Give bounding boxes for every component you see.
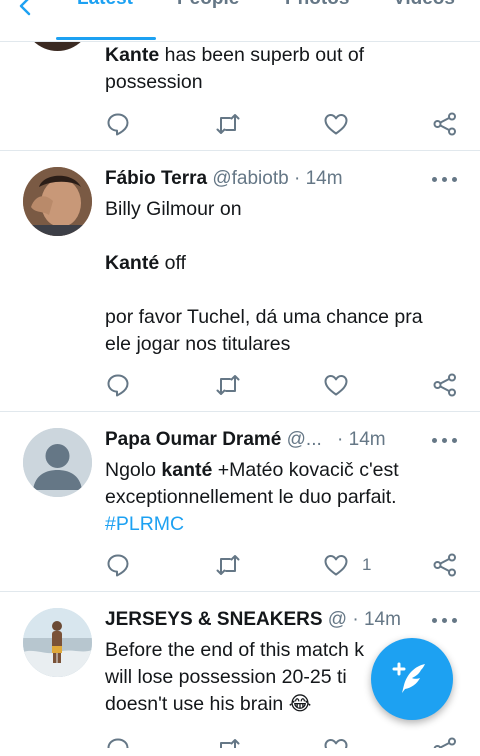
- tweet[interactable]: Fábio Terra @fabiotb · 14m Billy Gilmour…: [0, 151, 480, 412]
- tweet-text-part: possession: [105, 71, 203, 93]
- tweet-text: Billy Gilmour on Kanté off por favor Tuc…: [105, 196, 465, 358]
- tweet-actions: [0, 372, 480, 402]
- tweet-text-keyword: Kanté: [105, 252, 160, 274]
- author-handle[interactable]: @fabiotb: [212, 168, 288, 189]
- tweet-text-part: will lose possession 20-25 ti: [105, 666, 347, 688]
- author-handle[interactable]: @: [328, 609, 347, 630]
- avatar[interactable]: [23, 167, 92, 236]
- tweet-text-part: Billy Gilmour on: [105, 198, 242, 220]
- tweet-header: JERSEYS & SNEAKERS @ · 14m: [105, 609, 401, 631]
- heart-icon[interactable]: [323, 372, 349, 398]
- reply-icon[interactable]: [105, 372, 131, 398]
- reply-icon[interactable]: [105, 736, 131, 748]
- heart-icon[interactable]: [323, 736, 349, 748]
- separator-dot: ·: [352, 609, 359, 630]
- heart-icon[interactable]: [323, 552, 349, 578]
- reply-icon[interactable]: [105, 111, 131, 137]
- tweet-text-part: Before the end of this match k: [105, 639, 365, 661]
- tweet-header: Papa Oumar Dramé @... · 14m: [105, 429, 386, 451]
- tab-people[interactable]: People: [177, 0, 239, 10]
- reply-icon[interactable]: [105, 552, 131, 578]
- author-name[interactable]: Papa Oumar Dramé: [105, 429, 281, 450]
- tweet-text: Kante has been superb out of possession: [105, 42, 465, 96]
- author-name[interactable]: JERSEYS & SNEAKERS: [105, 609, 323, 630]
- tweet-actions: 1: [0, 552, 480, 582]
- hashtag-link[interactable]: #PLRMC: [105, 513, 184, 535]
- avatar[interactable]: [23, 608, 92, 677]
- tweet-text-part: exceptionnellement le duo parfait.: [105, 486, 397, 508]
- tweet-text-part: has been superb out of: [159, 44, 365, 66]
- separator-dot: ·: [337, 429, 344, 450]
- tweet-text-part: ele jogar nos titulares: [105, 333, 291, 355]
- tweet-actions: [0, 111, 480, 141]
- share-icon[interactable]: [432, 372, 458, 398]
- tab-photos[interactable]: Photos: [285, 0, 349, 10]
- tweet-text-part: por favor Tuchel, dá uma chance pra: [105, 306, 423, 328]
- retweet-icon[interactable]: [215, 552, 241, 578]
- retweet-icon[interactable]: [215, 736, 241, 748]
- avatar[interactable]: [23, 428, 92, 497]
- tweet-time: 14m: [363, 609, 401, 630]
- tab-latest[interactable]: Latest: [77, 0, 133, 10]
- tweet-text-part: off: [159, 252, 186, 274]
- tweet-text-keyword: kanté: [161, 459, 213, 481]
- back-arrow-icon[interactable]: [14, 0, 38, 18]
- compose-tweet-button[interactable]: [371, 638, 453, 720]
- more-icon[interactable]: [432, 176, 458, 184]
- tweet-text: Ngolo kanté +Matéo kovacič c'est excepti…: [105, 457, 465, 538]
- tweet-time: 14m: [305, 168, 343, 189]
- tweet-time: 14m: [348, 429, 386, 450]
- retweet-icon[interactable]: [215, 372, 241, 398]
- more-icon[interactable]: [432, 617, 458, 625]
- tweet-text-part: Ngolo: [105, 459, 162, 481]
- more-icon[interactable]: [432, 437, 458, 445]
- tweet-actions: [0, 736, 480, 748]
- author-name[interactable]: Fábio Terra: [105, 168, 207, 189]
- active-tab-indicator: [56, 37, 156, 40]
- tab-videos[interactable]: Videos: [393, 0, 455, 10]
- compose-icon: [392, 662, 425, 693]
- like-count: 1: [362, 555, 372, 574]
- tweet-text-part: +Matéo kovacič c'est: [212, 459, 399, 481]
- share-icon[interactable]: [432, 736, 458, 748]
- author-handle[interactable]: @...: [287, 429, 322, 450]
- share-icon[interactable]: [432, 111, 458, 137]
- heart-icon[interactable]: [323, 111, 349, 137]
- tweet-text-part: doesn't use his brain 😂: [105, 693, 312, 715]
- search-tab-bar: Latest People Photos Videos: [0, 0, 480, 42]
- retweet-icon[interactable]: [215, 111, 241, 137]
- tweet-header: Fábio Terra @fabiotb · 14m: [105, 168, 343, 190]
- separator-dot: ·: [293, 168, 301, 189]
- share-icon[interactable]: [432, 552, 458, 578]
- tweet-text-keyword: Kante: [105, 44, 160, 66]
- tweet[interactable]: Papa Oumar Dramé @... · 14m Ngolo kanté …: [0, 412, 480, 592]
